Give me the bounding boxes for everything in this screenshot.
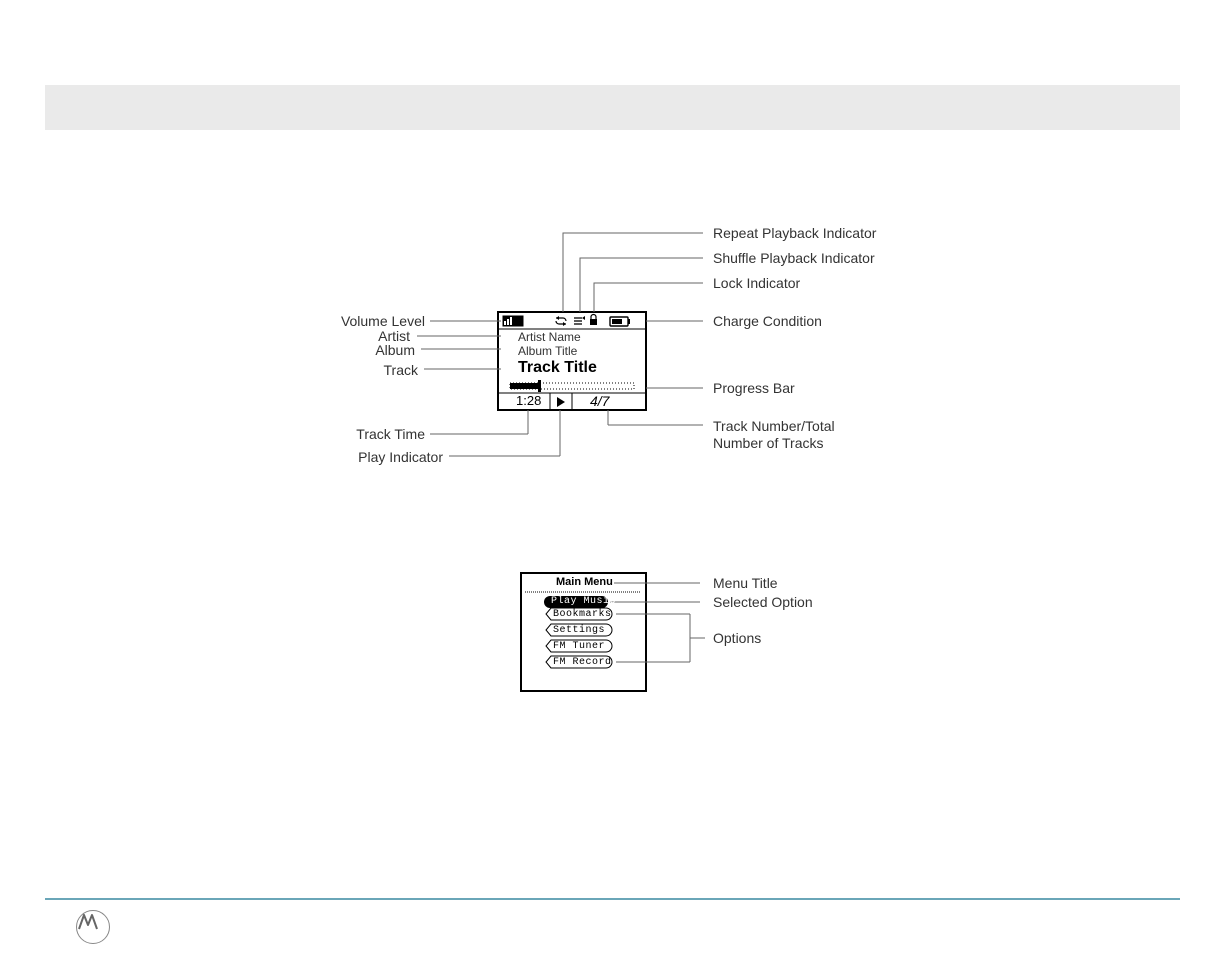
- footer-rule: [45, 898, 1180, 900]
- lbl-lock: Lock Indicator: [713, 275, 800, 291]
- screen-artist-name: Artist Name: [518, 330, 581, 344]
- lbl-selected-option: Selected Option: [713, 594, 813, 610]
- lbl-album: Album: [260, 342, 415, 358]
- screen-track-count: 4/7: [590, 393, 609, 409]
- lbl-options: Options: [713, 630, 761, 646]
- lbl-track-number2: Number of Tracks: [713, 435, 823, 451]
- lbl-volume-level: Volume Level: [260, 313, 425, 329]
- menu-item-2: Settings: [553, 625, 605, 636]
- menu-item-3: FM Tuner: [553, 641, 605, 652]
- screen-track-title: Track Title: [518, 359, 597, 377]
- lbl-progress-bar: Progress Bar: [713, 380, 795, 396]
- menu-title: Main Menu: [556, 576, 613, 588]
- lbl-track: Track: [260, 362, 418, 378]
- lbl-shuffle: Shuffle Playback Indicator: [713, 250, 875, 266]
- menu-item-4: FM Record: [553, 657, 612, 668]
- menu-item-0: Play Music: [551, 596, 616, 607]
- lbl-track-number: Track Number/Total: [713, 418, 835, 434]
- lbl-play-indicator: Play Indicator: [260, 449, 443, 465]
- screen-album-title: Album Title: [518, 344, 577, 358]
- lbl-track-time: Track Time: [260, 426, 425, 442]
- lbl-repeat: Repeat Playback Indicator: [713, 225, 876, 241]
- lbl-charge: Charge Condition: [713, 313, 822, 329]
- lbl-menu-title: Menu Title: [713, 575, 778, 591]
- motorola-logo-icon: [76, 910, 110, 944]
- screen-track-time: 1:28: [516, 393, 541, 408]
- diagram-lines: [0, 0, 1227, 954]
- menu-item-1: Bookmarks: [553, 609, 612, 620]
